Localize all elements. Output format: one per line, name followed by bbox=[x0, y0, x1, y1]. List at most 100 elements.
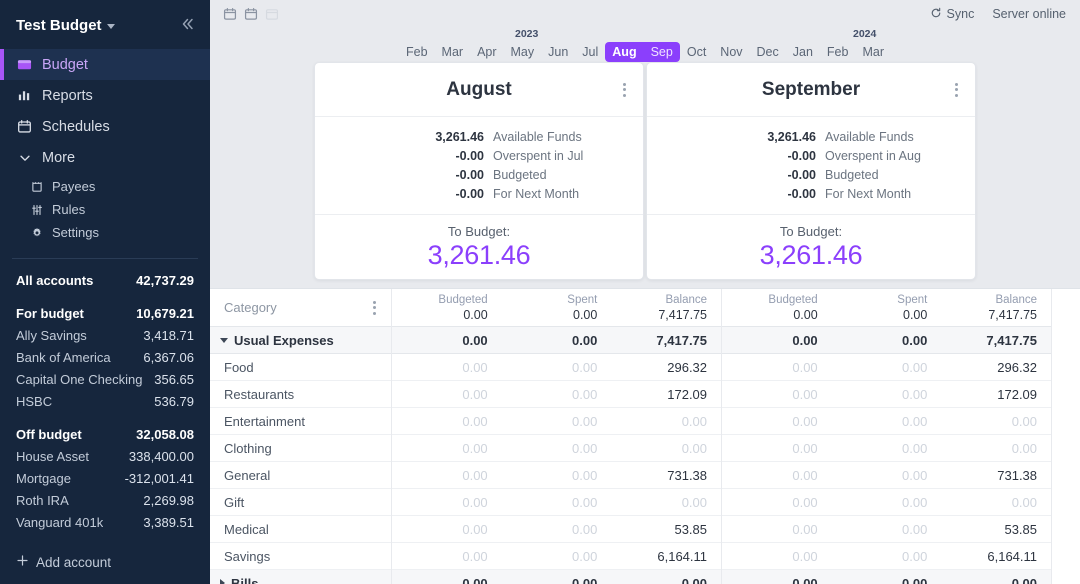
cell-spent[interactable]: 0.00 bbox=[502, 387, 612, 402]
account-group-for-budget[interactable]: For budget 10,679.21 bbox=[16, 302, 194, 324]
sidebar-item-reports[interactable]: Reports bbox=[0, 80, 210, 111]
cell-balance[interactable]: 0.00 bbox=[611, 414, 721, 429]
cell-spent[interactable]: 0.00 bbox=[502, 576, 612, 584]
month-button-feb-2023[interactable]: Feb bbox=[399, 42, 435, 62]
column-header-spent[interactable]: Spent 0.00 bbox=[832, 293, 942, 323]
cell-spent[interactable]: 0.00 bbox=[832, 360, 942, 375]
cell-balance[interactable]: 731.38 bbox=[611, 468, 721, 483]
account-row-house-asset[interactable]: House Asset 338,400.00 bbox=[16, 445, 194, 467]
month-button-may-2023[interactable]: May bbox=[504, 42, 542, 62]
table-row[interactable]: Savings bbox=[210, 543, 391, 570]
calendar-icon[interactable] bbox=[243, 7, 258, 22]
cell-spent[interactable]: 0.00 bbox=[832, 441, 942, 456]
cell-balance[interactable]: 0.00 bbox=[611, 576, 721, 584]
column-header-balance[interactable]: Balance 7,417.75 bbox=[611, 293, 721, 323]
cell-spent[interactable]: 0.00 bbox=[502, 522, 612, 537]
table-row[interactable]: Food bbox=[210, 354, 391, 381]
cell-balance[interactable]: 0.00 bbox=[941, 576, 1051, 584]
table-row[interactable]: Entertainment bbox=[210, 408, 391, 435]
cell-balance[interactable]: 7,417.75 bbox=[941, 333, 1051, 348]
cell-balance[interactable]: 6,164.11 bbox=[941, 549, 1051, 564]
cell-spent[interactable]: 0.00 bbox=[832, 414, 942, 429]
table-row-group[interactable]: Usual Expenses bbox=[210, 327, 391, 354]
account-row-roth-ira[interactable]: Roth IRA 2,269.98 bbox=[16, 489, 194, 511]
cell-balance[interactable]: 7,417.75 bbox=[611, 333, 721, 348]
table-row[interactable]: Clothing bbox=[210, 435, 391, 462]
month-button-jul-2023[interactable]: Jul bbox=[575, 42, 605, 62]
account-row-bank-of-america[interactable]: Bank of America 6,367.06 bbox=[16, 346, 194, 368]
more-vertical-icon[interactable] bbox=[370, 298, 379, 318]
budget-name-selector[interactable]: Test Budget bbox=[16, 17, 115, 34]
cell-budgeted[interactable]: 0.00 bbox=[392, 387, 502, 402]
month-button-nov-2023[interactable]: Nov bbox=[713, 42, 749, 62]
cell-spent[interactable]: 0.00 bbox=[502, 468, 612, 483]
cell-spent[interactable]: 0.00 bbox=[832, 387, 942, 402]
sidebar-item-more[interactable]: More bbox=[0, 142, 210, 173]
month-button-apr-2023[interactable]: Apr bbox=[470, 42, 503, 62]
cell-budgeted[interactable]: 0.00 bbox=[392, 414, 502, 429]
cell-spent[interactable]: 0.00 bbox=[832, 576, 942, 584]
cell-balance[interactable]: 53.85 bbox=[611, 522, 721, 537]
sidebar-item-budget[interactable]: Budget bbox=[0, 49, 210, 80]
cell-budgeted[interactable]: 0.00 bbox=[392, 522, 502, 537]
month-button-feb-2024[interactable]: Feb bbox=[820, 42, 856, 62]
account-row-mortgage[interactable]: Mortgage -312,001.41 bbox=[16, 467, 194, 489]
cell-balance[interactable]: 172.09 bbox=[941, 387, 1051, 402]
cell-spent[interactable]: 0.00 bbox=[832, 495, 942, 510]
cell-budgeted[interactable]: 0.00 bbox=[722, 333, 832, 348]
cell-budgeted[interactable]: 0.00 bbox=[392, 468, 502, 483]
more-vertical-icon[interactable] bbox=[952, 80, 961, 100]
column-header-budgeted[interactable]: Budgeted 0.00 bbox=[392, 293, 502, 323]
cell-balance[interactable]: 731.38 bbox=[941, 468, 1051, 483]
table-row-group[interactable]: Bills bbox=[210, 570, 391, 584]
column-header-spent[interactable]: Spent 0.00 bbox=[502, 293, 612, 323]
cell-budgeted[interactable]: 0.00 bbox=[392, 333, 502, 348]
month-button-mar-2024[interactable]: Mar bbox=[855, 42, 891, 62]
cell-spent[interactable]: 0.00 bbox=[832, 333, 942, 348]
sidebar-item-payees[interactable]: Payees bbox=[0, 175, 210, 198]
column-header-balance[interactable]: Balance 7,417.75 bbox=[941, 293, 1051, 323]
cell-spent[interactable]: 0.00 bbox=[502, 360, 612, 375]
table-row[interactable]: Gift bbox=[210, 489, 391, 516]
month-button-sep-2023[interactable]: Sep bbox=[644, 42, 680, 62]
sync-button[interactable]: Sync bbox=[930, 7, 974, 22]
account-row-hsbc[interactable]: HSBC 536.79 bbox=[16, 390, 194, 412]
cell-balance[interactable]: 296.32 bbox=[941, 360, 1051, 375]
cell-budgeted[interactable]: 0.00 bbox=[392, 360, 502, 375]
cell-budgeted[interactable]: 0.00 bbox=[722, 441, 832, 456]
account-row-vanguard-401k[interactable]: Vanguard 401k 3,389.51 bbox=[16, 511, 194, 533]
cell-budgeted[interactable]: 0.00 bbox=[722, 387, 832, 402]
column-header-budgeted[interactable]: Budgeted 0.00 bbox=[722, 293, 832, 323]
cell-balance[interactable]: 0.00 bbox=[941, 495, 1051, 510]
cell-budgeted[interactable]: 0.00 bbox=[722, 360, 832, 375]
cell-budgeted[interactable]: 0.00 bbox=[392, 549, 502, 564]
cell-spent[interactable]: 0.00 bbox=[832, 549, 942, 564]
sidebar-collapse-button[interactable] bbox=[180, 16, 196, 35]
cell-balance[interactable]: 0.00 bbox=[611, 495, 721, 510]
calendar-icon[interactable] bbox=[222, 7, 237, 22]
cell-budgeted[interactable]: 0.00 bbox=[722, 576, 832, 584]
sidebar-item-rules[interactable]: Rules bbox=[0, 198, 210, 221]
cell-spent[interactable]: 0.00 bbox=[502, 549, 612, 564]
cell-balance[interactable]: 0.00 bbox=[611, 441, 721, 456]
scrollbar-thumb[interactable] bbox=[1072, 341, 1077, 491]
cell-budgeted[interactable]: 0.00 bbox=[392, 495, 502, 510]
account-row-all-accounts[interactable]: All accounts 42,737.29 bbox=[16, 269, 194, 291]
card-to-budget[interactable]: To Budget: 3,261.46 bbox=[315, 215, 643, 279]
month-button-oct-2023[interactable]: Oct bbox=[680, 42, 713, 62]
cell-balance[interactable]: 6,164.11 bbox=[611, 549, 721, 564]
cell-spent[interactable]: 0.00 bbox=[502, 333, 612, 348]
cell-spent[interactable]: 0.00 bbox=[502, 441, 612, 456]
month-button-mar-2023[interactable]: Mar bbox=[435, 42, 471, 62]
account-row-ally-savings[interactable]: Ally Savings 3,418.71 bbox=[16, 324, 194, 346]
sidebar-item-settings[interactable]: Settings bbox=[0, 221, 210, 244]
account-row-capital-one-checking[interactable]: Capital One Checking 356.65 bbox=[16, 368, 194, 390]
cell-spent[interactable]: 0.00 bbox=[832, 522, 942, 537]
cell-budgeted[interactable]: 0.00 bbox=[722, 495, 832, 510]
cell-balance[interactable]: 0.00 bbox=[941, 414, 1051, 429]
cell-spent[interactable]: 0.00 bbox=[502, 495, 612, 510]
cell-balance[interactable]: 0.00 bbox=[941, 441, 1051, 456]
cell-budgeted[interactable]: 0.00 bbox=[722, 549, 832, 564]
cell-balance[interactable]: 296.32 bbox=[611, 360, 721, 375]
account-group-off-budget[interactable]: Off budget 32,058.08 bbox=[16, 423, 194, 445]
